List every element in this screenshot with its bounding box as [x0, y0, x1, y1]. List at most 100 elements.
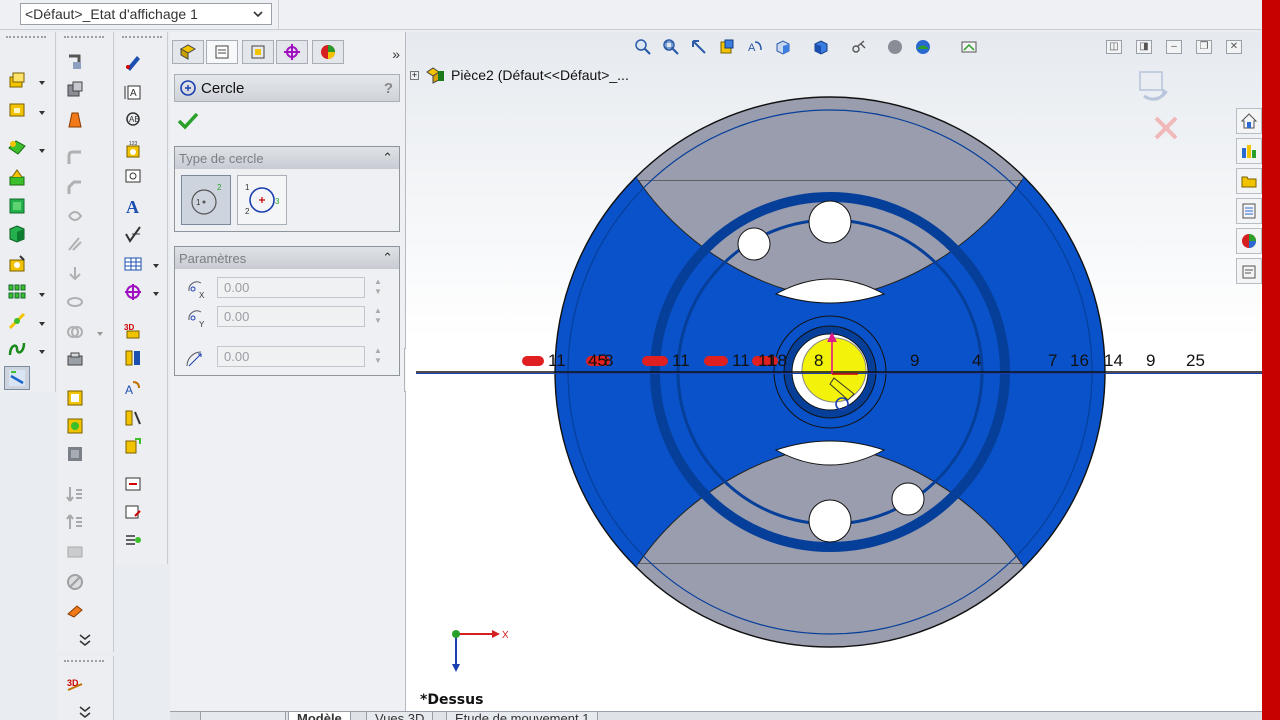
previous-view-icon[interactable] — [688, 36, 710, 58]
close-icon[interactable]: ✕ — [1226, 40, 1242, 54]
mirror-icon[interactable] — [62, 348, 88, 372]
dimension-text-icon[interactable]: A — [120, 80, 146, 104]
radius-field[interactable]: 0.00 — [217, 346, 365, 367]
datum-icon[interactable] — [120, 164, 146, 188]
spline-icon[interactable] — [62, 108, 88, 132]
offset-entity-icon[interactable] — [120, 434, 146, 458]
dropdown-arrow-icon[interactable] — [38, 79, 46, 87]
boundary-boss-icon[interactable] — [4, 194, 30, 218]
instant3d-icon[interactable] — [4, 366, 30, 390]
file-explorer-icon[interactable] — [1236, 168, 1262, 194]
view-palette-icon[interactable] — [1236, 198, 1262, 224]
view-orientation-icon[interactable] — [772, 36, 794, 58]
equation-icon[interactable] — [120, 346, 146, 370]
flyout-tree-node[interactable]: + Pièce2 (Défaut<<Défaut>_... — [410, 66, 629, 84]
expand-icon[interactable]: + — [410, 70, 419, 80]
dropdown-arrow-icon[interactable] — [152, 262, 160, 270]
dropdown-arrow-icon[interactable] — [152, 290, 160, 298]
dropdown-arrow-icon[interactable] — [38, 320, 46, 328]
lofted-boss-icon[interactable] — [4, 166, 30, 190]
circle-type-header[interactable]: Type de cercle ⌃ — [175, 147, 399, 169]
expand-down-icon[interactable] — [72, 700, 98, 720]
reference-geometry-icon[interactable] — [4, 309, 30, 333]
move-face-icon[interactable] — [62, 442, 88, 466]
weld-icon[interactable] — [120, 528, 146, 552]
appearances-icon[interactable] — [1236, 228, 1262, 254]
dynamic-annotation-icon[interactable]: A — [744, 36, 766, 58]
edit-appearance-icon[interactable] — [884, 36, 906, 58]
3d-sketch-icon[interactable]: 3D — [62, 672, 88, 696]
sketch-pen-icon[interactable] — [120, 50, 146, 74]
intersect-icon[interactable] — [62, 320, 88, 344]
zoom-to-fit-icon[interactable] — [632, 36, 654, 58]
dropdown-arrow-icon[interactable] — [96, 330, 104, 338]
graphics-area[interactable]: 11 45 8 11 11 11 18 8 9 4 7 16 14 9 25 A ◫ ◨ – ❐ ✕ + P… — [406, 32, 1262, 712]
scale-icon[interactable] — [62, 482, 88, 506]
center-x-spinner[interactable]: ▲ ▼ — [369, 277, 387, 299]
mate-icon[interactable]: A — [120, 376, 146, 400]
text-icon[interactable]: A — [120, 194, 146, 218]
move-entity-icon[interactable] — [62, 598, 88, 622]
tile-left-icon[interactable]: ◫ — [1106, 40, 1122, 54]
center-y-spinner[interactable]: ▲ ▼ — [369, 306, 387, 328]
collapse-arrows-icon[interactable]: » — [392, 46, 400, 62]
extruded-cut-icon[interactable] — [4, 222, 30, 246]
balloon-icon[interactable]: 123 — [120, 138, 146, 162]
hide-show-items-icon[interactable] — [848, 36, 870, 58]
tab-model[interactable]: Modèle — [288, 712, 351, 720]
restore-icon[interactable]: ❐ — [1196, 40, 1212, 54]
rib-icon[interactable] — [62, 204, 88, 228]
section-view-icon[interactable] — [120, 500, 146, 524]
minimize-icon[interactable]: – — [1166, 40, 1182, 54]
convert-entity-icon[interactable] — [120, 406, 146, 430]
perimeter-circle-button[interactable]: 1 2 3 — [237, 175, 287, 225]
note-icon[interactable]: AB — [120, 108, 146, 132]
cancel-sketch-icon[interactable] — [1154, 116, 1178, 140]
tab-3d-views[interactable]: Vues 3D — [366, 712, 434, 720]
sketch-icon[interactable] — [62, 414, 88, 438]
toolbar-grip[interactable] — [6, 36, 46, 39]
dropdown-arrow-icon[interactable] — [38, 147, 46, 155]
dimxpert-tab[interactable] — [276, 40, 308, 64]
swept-boss-icon[interactable] — [4, 136, 30, 160]
centre-circle-button[interactable]: 1 2 — [181, 175, 231, 225]
tab-navigation[interactable] — [200, 712, 286, 720]
tile-right-icon[interactable]: ◨ — [1136, 40, 1152, 54]
shell-icon[interactable] — [62, 262, 88, 286]
design-library-icon[interactable] — [1236, 138, 1262, 164]
layout-icon[interactable]: 3D — [120, 318, 146, 342]
rectangle-icon[interactable] — [62, 386, 88, 410]
display-state-dropdown[interactable]: <Défaut>_Etat d'affichage 1 — [20, 3, 272, 25]
split-line-icon[interactable] — [62, 510, 88, 534]
revolved-boss-icon[interactable] — [4, 98, 30, 122]
apply-scene-icon[interactable] — [912, 36, 934, 58]
rebuild-sketch-icon[interactable] — [1139, 71, 1168, 101]
curves-icon[interactable] — [4, 337, 30, 361]
dropdown-arrow-icon[interactable] — [38, 291, 46, 299]
home-icon[interactable] — [1236, 108, 1262, 134]
zoom-area-icon[interactable] — [660, 36, 682, 58]
feature-manager-tab[interactable] — [172, 40, 204, 64]
draft-icon[interactable] — [62, 232, 88, 256]
custom-properties-icon[interactable] — [1236, 258, 1262, 284]
smart-dimension-icon[interactable] — [62, 50, 88, 74]
ok-checkmark-icon[interactable] — [176, 110, 200, 132]
dropdown-arrow-icon[interactable] — [38, 109, 46, 117]
tab-motion-study[interactable]: Etude de mouvement 1 — [446, 712, 599, 720]
display-manager-tab[interactable] — [312, 40, 344, 64]
toolbar-grip[interactable] — [64, 36, 104, 39]
delete-face-icon[interactable] — [62, 540, 88, 564]
line-icon[interactable] — [62, 78, 88, 102]
parameters-header[interactable]: Paramètres ⌃ — [175, 247, 399, 269]
extruded-boss-icon[interactable] — [4, 68, 30, 92]
center-y-field[interactable]: 0.00 — [217, 306, 365, 327]
collapse-up-icon[interactable]: ⌃ — [382, 250, 393, 266]
trim-icon[interactable] — [120, 472, 146, 496]
help-icon[interactable]: ? — [384, 80, 393, 97]
radius-spinner[interactable]: ▲ ▼ — [369, 346, 387, 368]
dropdown-arrow-icon[interactable] — [38, 348, 46, 356]
center-x-field[interactable]: 0.00 — [217, 277, 365, 298]
collapse-up-icon[interactable]: ⌃ — [382, 150, 393, 166]
section-view-icon[interactable] — [716, 36, 738, 58]
check-icon[interactable] — [120, 222, 146, 246]
